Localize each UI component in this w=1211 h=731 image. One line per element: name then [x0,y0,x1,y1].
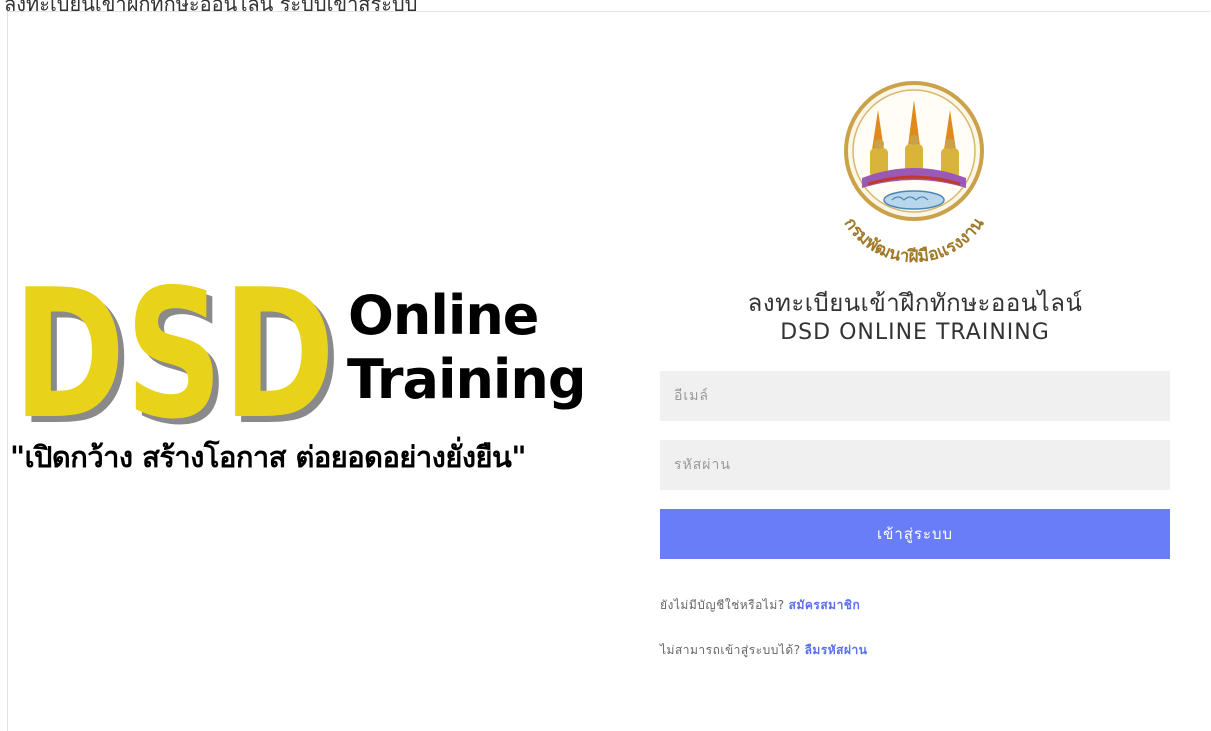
brand-block: DSD DSD Online Training "เปิดกว้าง สร้าง… [10,282,630,482]
brand-training: Training [347,348,587,411]
seal-arc-text: กรมพัฒนาฝีมือแรงงาน [840,214,989,267]
top-strip: ลงทะเบียนเข้าฝึกทักษะออนไลน์ ระบบเข้าสู่… [0,0,1211,11]
brand-tagline: "เปิดกว้าง สร้างโอกาส ต่อยอดอย่างยั่งยืน… [10,440,526,474]
dsd-seal-logo: กรมพัฒนาฝีมือแรงงาน [840,81,989,267]
register-prompt: ยังไม่มีบัญชีใช่หรือไม่? สมัครสมาชิก [660,596,860,615]
login-button[interactable]: เข้าสู่ระบบ [660,509,1170,559]
dsd-logo-letters: DSD [13,282,335,426]
cannot-login-text: ไม่สามารถเข้าสู่ระบบได้? [660,643,801,657]
brand-online: Online [348,284,539,347]
login-title-english: DSD ONLINE TRAINING [780,320,1050,345]
password-field[interactable] [660,440,1170,490]
no-account-text: ยังไม่มีบัญชีใช่หรือไม่? [660,598,785,612]
top-strip-text: ลงทะเบียนเข้าฝึกทักษะออนไลน์ ระบบเข้าสู่… [4,0,417,11]
login-title-thai: ลงทะเบียนเข้าฝึกทักษะออนไลน์ [747,289,1083,317]
forgot-password-link[interactable]: ลืมรหัสผ่าน [805,643,868,657]
register-link[interactable]: สมัครสมาชิก [789,598,861,612]
email-field[interactable] [660,371,1170,421]
dsd-logo: DSD DSD [13,282,341,426]
forgot-prompt: ไม่สามารถเข้าสู่ระบบได้? ลืมรหัสผ่าน [660,641,867,660]
